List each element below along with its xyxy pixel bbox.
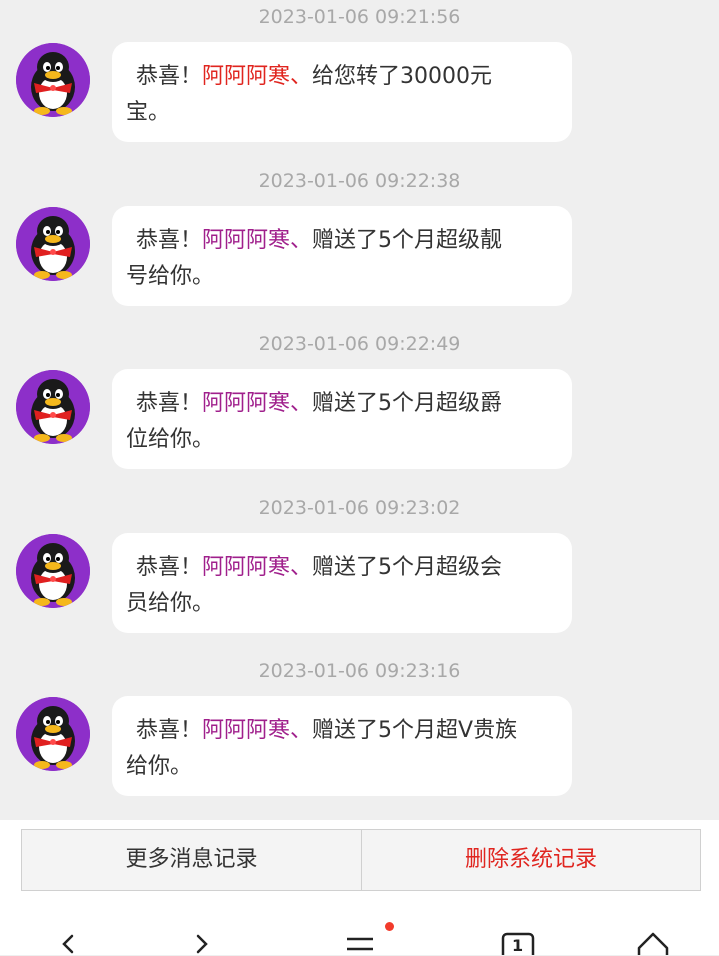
message-text: 给您转了30000元: [312, 64, 493, 89]
chevron-left-icon: [62, 934, 74, 954]
message-text: 赠送了5个月超V贵族: [312, 718, 518, 743]
message-prefix: 恭喜！: [136, 228, 203, 253]
penguin-icon: [16, 207, 90, 281]
message-timestamp: 2023-01-06 09:23:16: [258, 660, 461, 682]
message-list: 2023-01-06 09:21:56 恭喜！阿阿阿寒、给您转了30000元 宝…: [0, 0, 719, 820]
message-bubble: 恭喜！阿阿阿寒、赠送了5个月超V贵族 给你。: [112, 696, 572, 796]
home-icon: [637, 932, 669, 955]
system-avatar[interactable]: [16, 207, 90, 281]
sender-name-link[interactable]: 阿阿阿寒: [202, 228, 290, 253]
sender-name-link[interactable]: 阿阿阿寒: [202, 718, 290, 743]
penguin-icon: [16, 370, 90, 444]
message-prefix: 恭喜！: [136, 718, 203, 743]
sender-name-link[interactable]: 阿阿阿寒: [202, 64, 290, 89]
menu-icon: [347, 937, 373, 951]
name-separator: 、: [290, 391, 313, 416]
message-line-1: 恭喜！阿阿阿寒、给您转了30000元: [126, 59, 552, 95]
system-avatar[interactable]: [16, 697, 90, 771]
message-text: 赠送了5个月超级会: [312, 555, 503, 580]
message-line-2: 号给你。: [126, 264, 215, 289]
system-avatar[interactable]: [16, 370, 90, 444]
message-timestamp: 2023-01-06 09:23:02: [258, 497, 461, 519]
message-item: 2023-01-06 09:23:02 恭喜！阿阿阿寒、赠送了5个月超级会 员给…: [0, 491, 719, 655]
message-bubble: 恭喜！阿阿阿寒、赠送了5个月超级靓 号给你。: [112, 206, 572, 306]
name-separator: 、: [290, 718, 313, 743]
name-separator: 、: [290, 64, 313, 89]
nav-forward-button[interactable]: [182, 928, 222, 955]
browser-bottom-nav: 1: [0, 902, 719, 955]
message-line-1: 恭喜！阿阿阿寒、赠送了5个月超级靓: [126, 223, 552, 259]
message-text: 赠送了5个月超级靓: [312, 228, 503, 253]
message-prefix: 恭喜！: [136, 391, 203, 416]
tab-count: 1: [512, 936, 524, 955]
footer-action-bar: 更多消息记录 删除系统记录: [0, 820, 719, 902]
message-line-1: 恭喜！阿阿阿寒、赠送了5个月超级会: [126, 550, 552, 586]
message-prefix: 恭喜！: [136, 64, 203, 89]
message-prefix: 恭喜！: [136, 555, 203, 580]
nav-menu-button[interactable]: [340, 922, 394, 955]
nav-home-button[interactable]: [633, 928, 673, 955]
sender-name-link[interactable]: 阿阿阿寒: [202, 555, 290, 580]
penguin-icon: [16, 43, 90, 117]
message-line-2: 宝。: [126, 100, 171, 125]
name-separator: 、: [290, 555, 313, 580]
delete-system-records-button[interactable]: 删除系统记录: [361, 829, 701, 891]
message-bubble: 恭喜！阿阿阿寒、给您转了30000元 宝。: [112, 42, 572, 142]
message-line-2: 位给你。: [126, 427, 215, 452]
chevron-right-icon: [196, 934, 208, 954]
message-bubble: 恭喜！阿阿阿寒、赠送了5个月超级爵 位给你。: [112, 369, 572, 469]
message-item: 2023-01-06 09:22:49 恭喜！阿阿阿寒、赠送了5个月超级爵 位给…: [0, 327, 719, 491]
message-item: 2023-01-06 09:21:56 恭喜！阿阿阿寒、给您转了30000元 宝…: [0, 0, 719, 164]
notification-dot: [385, 922, 394, 931]
message-line-1: 恭喜！阿阿阿寒、赠送了5个月超V贵族: [126, 713, 552, 749]
nav-tabs-button[interactable]: 1: [497, 928, 537, 955]
message-timestamp: 2023-01-06 09:22:38: [258, 170, 461, 192]
message-bubble: 恭喜！阿阿阿寒、赠送了5个月超级会 员给你。: [112, 533, 572, 633]
more-history-button[interactable]: 更多消息记录: [21, 829, 362, 891]
sender-name-link[interactable]: 阿阿阿寒: [202, 391, 290, 416]
message-text: 赠送了5个月超级爵: [312, 391, 503, 416]
message-timestamp: 2023-01-06 09:21:56: [258, 6, 461, 28]
nav-back-button[interactable]: [48, 928, 88, 955]
message-timestamp: 2023-01-06 09:22:49: [258, 333, 461, 355]
message-line-2: 给你。: [126, 754, 193, 779]
penguin-icon: [16, 534, 90, 608]
system-avatar[interactable]: [16, 43, 90, 117]
name-separator: 、: [290, 228, 313, 253]
penguin-icon: [16, 697, 90, 771]
system-avatar[interactable]: [16, 534, 90, 608]
message-item: 2023-01-06 09:23:16 恭喜！阿阿阿寒、赠送了5个月超V贵族 给…: [0, 654, 719, 818]
message-line-2: 员给你。: [126, 591, 215, 616]
message-line-1: 恭喜！阿阿阿寒、赠送了5个月超级爵: [126, 386, 552, 422]
message-item: 2023-01-06 09:22:38 恭喜！阿阿阿寒、赠送了5个月超级靓 号给…: [0, 164, 719, 328]
